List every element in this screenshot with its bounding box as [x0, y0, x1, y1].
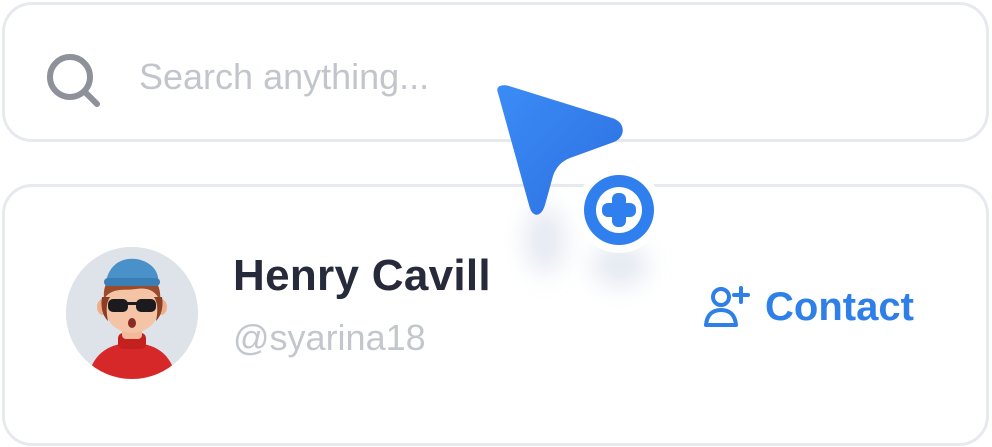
- contact-handle: @syarina18: [233, 317, 426, 358]
- search-bar[interactable]: [2, 2, 989, 142]
- add-contact-button[interactable]: Contact: [701, 277, 914, 337]
- user-plus-icon: [701, 284, 751, 330]
- avatar: [66, 247, 198, 379]
- contact-search-widget: Henry Cavill @syarina18 Contact: [0, 0, 992, 447]
- search-icon: [41, 48, 111, 118]
- contact-name: Henry Cavill: [233, 251, 491, 300]
- add-contact-label: Contact: [765, 284, 914, 329]
- contact-card[interactable]: Henry Cavill @syarina18 Contact: [2, 184, 989, 446]
- search-input[interactable]: [139, 49, 739, 105]
